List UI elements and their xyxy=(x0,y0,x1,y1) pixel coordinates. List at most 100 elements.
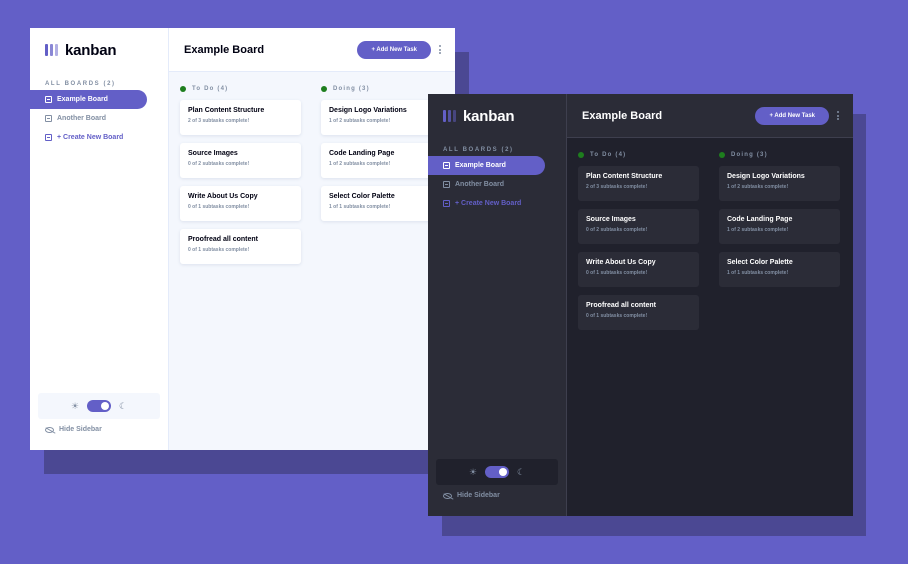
task-card[interactable]: Plan Content Structure 2 of 3 subtasks c… xyxy=(180,100,301,135)
column-header: To Do (4) xyxy=(578,150,699,159)
task-title: Code Landing Page xyxy=(329,150,395,157)
subtask-count: 0 of 1 subtasks complete! xyxy=(188,247,250,253)
task-card[interactable]: Plan Content Structure 2 of 3 subtasks c… xyxy=(578,166,699,201)
task-title: Plan Content Structure xyxy=(586,173,663,180)
subtask-count: 2 of 3 subtasks complete! xyxy=(188,118,250,124)
column-title: Doing (3) xyxy=(731,151,768,158)
task-card[interactable]: Design Logo Variations 1 of 2 subtasks c… xyxy=(321,100,442,135)
status-dot xyxy=(321,85,327,92)
logo: kanban xyxy=(428,94,566,138)
page-title: Example Board xyxy=(582,109,663,122)
subtask-count: 0 of 1 subtasks complete! xyxy=(586,313,648,319)
task-card[interactable]: Proofread all content 0 of 1 subtasks co… xyxy=(180,229,301,264)
subtask-count: 1 of 1 subtasks complete! xyxy=(727,270,789,276)
page-title: Example Board xyxy=(184,43,265,56)
column-todo: To Do (4) Plan Content Structure 2 of 3 … xyxy=(578,150,699,338)
board-columns: To Do (4) Plan Content Structure 2 of 3 … xyxy=(169,72,455,272)
sun-icon: ☀ xyxy=(70,400,79,411)
task-card[interactable]: Select Color Palette 1 of 1 subtasks com… xyxy=(719,252,840,287)
sidebar: kanban ALL BOARDS (2) Example Board Anot… xyxy=(428,94,567,516)
moon-icon: ☾ xyxy=(517,466,526,477)
theme-toggle: ☀ ☾ xyxy=(38,393,160,419)
theme-switch[interactable] xyxy=(87,400,111,412)
create-new-board-button[interactable]: + Create New Board xyxy=(30,128,147,147)
task-card[interactable]: Write About Us Copy 0 of 1 subtasks comp… xyxy=(578,252,699,287)
add-new-task-button[interactable]: + Add New Task xyxy=(357,40,431,59)
status-dot xyxy=(719,151,725,158)
board-icon xyxy=(443,200,450,207)
dark-theme-window: kanban ALL BOARDS (2) Example Board Anot… xyxy=(428,94,853,516)
hide-sidebar-label: Hide Sidebar xyxy=(59,426,102,433)
task-card[interactable]: Code Landing Page 1 of 2 subtasks comple… xyxy=(719,209,840,244)
task-card[interactable]: Proofread all content 0 of 1 subtasks co… xyxy=(578,295,699,330)
moon-icon: ☾ xyxy=(119,400,128,411)
subtask-count: 0 of 1 subtasks complete! xyxy=(586,270,648,276)
add-new-task-button[interactable]: + Add New Task xyxy=(755,106,829,125)
board-icon xyxy=(45,134,52,141)
subtask-count: 1 of 1 subtasks complete! xyxy=(329,204,391,210)
create-new-board-button[interactable]: + Create New Board xyxy=(428,194,545,213)
task-card[interactable]: Code Landing Page 1 of 2 subtasks comple… xyxy=(321,143,442,178)
create-board-label: + Create New Board xyxy=(57,134,124,141)
kebab-menu-icon[interactable] xyxy=(439,45,441,54)
eye-slash-icon xyxy=(443,492,452,499)
logo-icon xyxy=(443,110,456,122)
sun-icon: ☀ xyxy=(468,466,477,477)
board-icon xyxy=(443,162,450,169)
task-card[interactable]: Write About Us Copy 0 of 1 subtasks comp… xyxy=(180,186,301,221)
subtask-count: 1 of 2 subtasks complete! xyxy=(329,118,391,124)
task-card[interactable]: Select Color Palette 1 of 1 subtasks com… xyxy=(321,186,442,221)
logo-icon xyxy=(45,44,58,56)
column-header: Doing (3) xyxy=(719,150,840,159)
sidebar-item-another-board[interactable]: Another Board xyxy=(428,175,545,194)
task-title: Write About Us Copy xyxy=(586,259,656,266)
subtask-count: 1 of 2 subtasks complete! xyxy=(727,184,789,190)
column-doing: Doing (3) Design Logo Variations 1 of 2 … xyxy=(321,84,442,272)
subtask-count: 1 of 2 subtasks complete! xyxy=(329,161,391,167)
column-doing: Doing (3) Design Logo Variations 1 of 2 … xyxy=(719,150,840,338)
subtask-count: 2 of 3 subtasks complete! xyxy=(586,184,648,190)
theme-switch[interactable] xyxy=(485,466,509,478)
logo-text: kanban xyxy=(65,41,117,59)
column-title: Doing (3) xyxy=(333,85,370,92)
logo-text: kanban xyxy=(463,107,515,125)
header: Example Board + Add New Task xyxy=(169,28,455,72)
column-header: To Do (4) xyxy=(180,84,301,93)
status-dot xyxy=(180,85,186,92)
task-title: Design Logo Variations xyxy=(727,173,805,180)
hide-sidebar-button[interactable]: Hide Sidebar xyxy=(45,426,102,433)
header: Example Board + Add New Task xyxy=(567,94,853,138)
sidebar-item-label: Example Board xyxy=(455,162,506,169)
task-title: Select Color Palette xyxy=(329,193,395,200)
board-columns: To Do (4) Plan Content Structure 2 of 3 … xyxy=(567,138,853,338)
switch-knob xyxy=(499,468,507,476)
task-card[interactable]: Source Images 0 of 2 subtasks complete! xyxy=(578,209,699,244)
hide-sidebar-label: Hide Sidebar xyxy=(457,492,500,499)
column-title: To Do (4) xyxy=(192,85,229,92)
subtask-count: 0 of 1 subtasks complete! xyxy=(188,204,250,210)
task-title: Proofread all content xyxy=(586,302,657,309)
create-board-label: + Create New Board xyxy=(455,200,522,207)
sidebar-item-label: Example Board xyxy=(57,96,108,103)
boards-count-label: ALL BOARDS (2) xyxy=(443,147,514,153)
light-theme-window: kanban ALL BOARDS (2) Example Board Anot… xyxy=(30,28,455,450)
sidebar-item-another-board[interactable]: Another Board xyxy=(30,109,147,128)
column-title: To Do (4) xyxy=(590,151,627,158)
task-title: Proofread all content xyxy=(188,236,259,243)
column-todo: To Do (4) Plan Content Structure 2 of 3 … xyxy=(180,84,301,272)
sidebar: kanban ALL BOARDS (2) Example Board Anot… xyxy=(30,28,169,450)
task-title: Source Images xyxy=(586,216,636,223)
kebab-menu-icon[interactable] xyxy=(837,111,839,120)
task-card[interactable]: Source Images 0 of 2 subtasks complete! xyxy=(180,143,301,178)
task-title: Plan Content Structure xyxy=(188,107,265,114)
task-title: Select Color Palette xyxy=(727,259,793,266)
sidebar-item-example-board[interactable]: Example Board xyxy=(30,90,147,109)
task-title: Source Images xyxy=(188,150,238,157)
theme-toggle: ☀ ☾ xyxy=(436,459,558,485)
board-main: Example Board + Add New Task To Do (4) P… xyxy=(567,94,853,516)
boards-count-label: ALL BOARDS (2) xyxy=(45,81,116,87)
task-card[interactable]: Design Logo Variations 1 of 2 subtasks c… xyxy=(719,166,840,201)
eye-slash-icon xyxy=(45,426,54,433)
hide-sidebar-button[interactable]: Hide Sidebar xyxy=(443,492,500,499)
sidebar-item-example-board[interactable]: Example Board xyxy=(428,156,545,175)
